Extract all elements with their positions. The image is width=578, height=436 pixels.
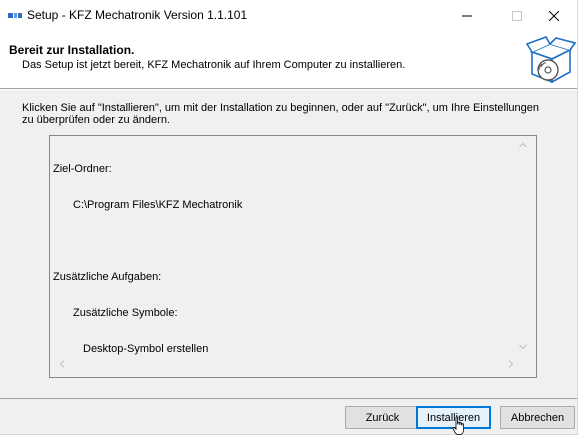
memo-tasks-label: Zusätzliche Aufgaben:: [53, 271, 162, 283]
title-bar[interactable]: Setup - KFZ Mechatronik Version 1.1.101: [0, 0, 577, 32]
back-button[interactable]: Zurück: [345, 406, 420, 429]
cancel-button[interactable]: Abbrechen: [500, 406, 575, 429]
wizard-body: Klicken Sie auf "Installieren", um mit d…: [0, 90, 577, 398]
instruction-text: Klicken Sie auf "Installieren", um mit d…: [22, 102, 539, 126]
setup-app-icon: [8, 13, 22, 18]
close-icon: [549, 11, 559, 21]
wizard-header: Bereit zur Installation. Das Setup ist j…: [0, 32, 577, 86]
memo-blank-line: [53, 235, 242, 247]
maximize-icon: [512, 11, 522, 21]
install-box-disc-icon: [526, 36, 576, 84]
memo-dest-value: C:\Program Files\KFZ Mechatronik: [73, 199, 243, 211]
scroll-down-icon[interactable]: [519, 344, 527, 350]
wizard-footer: Zurück Installieren Abbrechen: [0, 399, 577, 434]
memo-dest-label: Ziel-Ordner:: [53, 163, 112, 175]
page-title: Bereit zur Installation.: [9, 43, 135, 57]
close-button[interactable]: [531, 0, 577, 32]
minimize-button[interactable]: [444, 0, 490, 32]
scroll-up-icon[interactable]: [519, 142, 527, 148]
setup-window: Setup - KFZ Mechatronik Version 1.1.101 …: [0, 0, 578, 435]
window-title: Setup - KFZ Mechatronik Version 1.1.101: [27, 8, 248, 22]
memo-tasks-group: Zusätzliche Symbole:: [73, 307, 178, 319]
memo-tasks-item: Desktop-Symbol erstellen: [83, 343, 209, 355]
memo-content: Ziel-Ordner: C:\Program Files\KFZ Mechat…: [53, 139, 242, 379]
page-subtitle: Das Setup ist jetzt bereit, KFZ Mechatro…: [22, 59, 406, 71]
scroll-right-icon[interactable]: [508, 360, 514, 368]
ready-memo[interactable]: Ziel-Ordner: C:\Program Files\KFZ Mechat…: [49, 135, 537, 378]
minimize-icon: [462, 15, 472, 17]
hand-cursor-icon: [452, 416, 464, 435]
scroll-left-icon[interactable]: [59, 360, 65, 368]
